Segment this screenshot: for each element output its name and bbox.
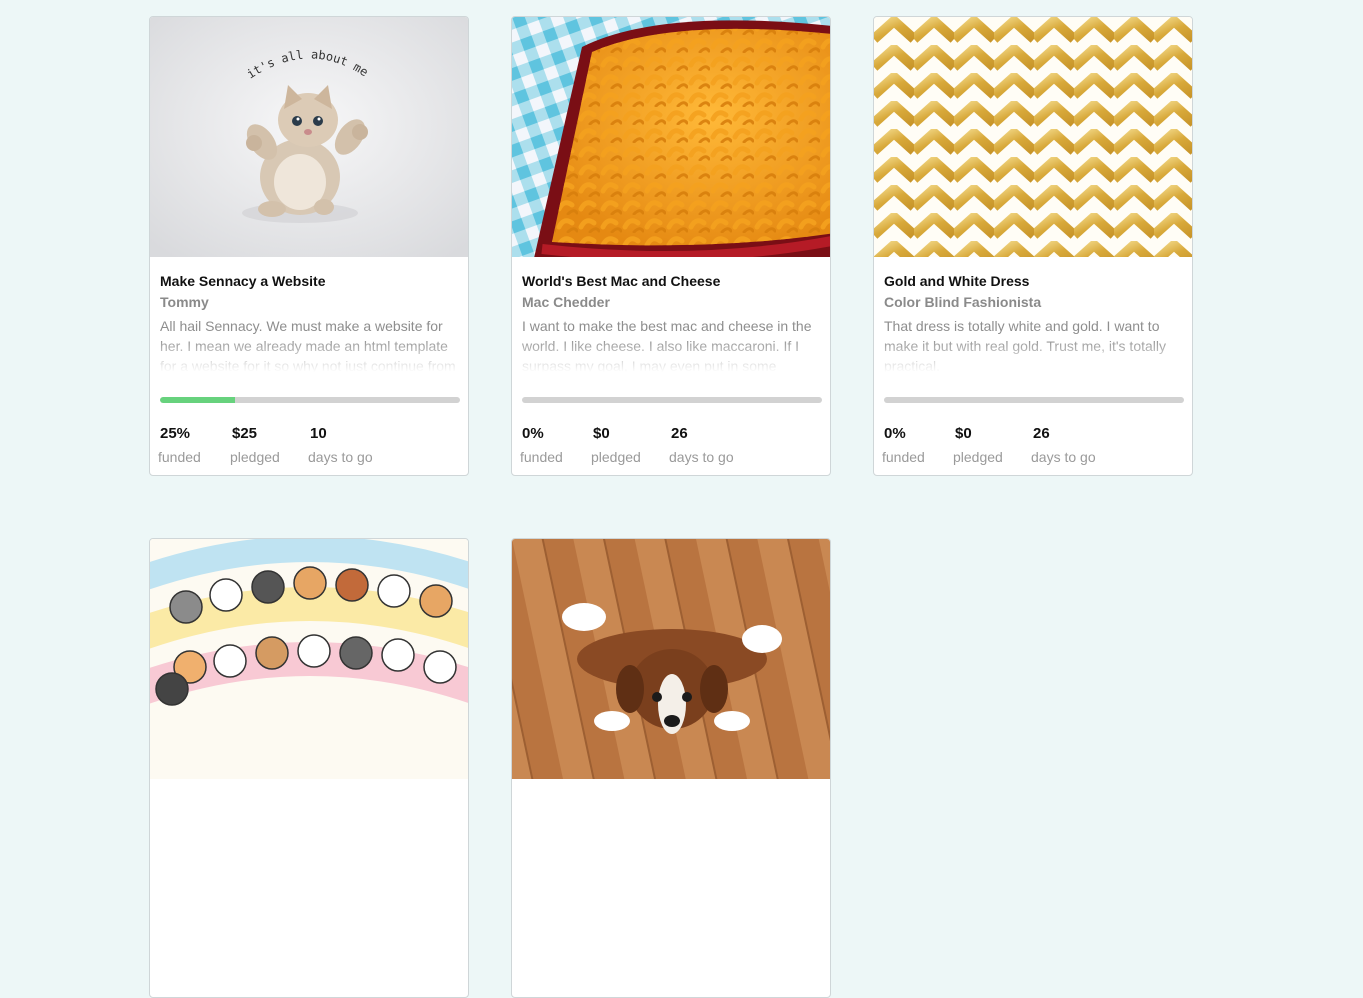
days-value: 26 [1033, 425, 1050, 442]
project-card[interactable]: Gold and White Dress Color Blind Fashion… [873, 16, 1193, 476]
project-creator[interactable]: Mac Chedder [522, 294, 610, 310]
project-title[interactable]: Gold and White Dress [884, 273, 1029, 289]
pledged-value: $0 [955, 425, 972, 442]
project-image[interactable]: it's all about me [150, 17, 468, 257]
project-image[interactable] [874, 17, 1192, 257]
stat-funded: 0% funded [520, 425, 563, 465]
stat-pledged: $0 pledged [591, 425, 641, 465]
funded-value: 0% [522, 425, 544, 442]
pledged-label: pledged [591, 449, 641, 465]
funded-label: funded [520, 449, 563, 465]
blurb-fade [160, 338, 460, 372]
funded-label: funded [882, 449, 925, 465]
kitten-photo-icon: it's all about me [150, 17, 468, 257]
cartoon-cats-illustration-icon [150, 539, 468, 779]
funding-progress-fill [160, 397, 235, 403]
project-title[interactable]: Make Sennacy a Website [160, 273, 325, 289]
puppy-photo-icon [512, 539, 830, 779]
days-value: 10 [310, 425, 327, 442]
days-value: 26 [671, 425, 688, 442]
stat-pledged: $0 pledged [953, 425, 1003, 465]
funded-label: funded [158, 449, 201, 465]
pledged-label: pledged [230, 449, 280, 465]
project-creator[interactable]: Color Blind Fashionista [884, 294, 1041, 310]
funding-progress-bar [522, 397, 822, 403]
blurb-fade [522, 338, 822, 372]
project-card[interactable]: it's all about me Make Sennacy a Website… [149, 16, 469, 476]
project-title[interactable]: World's Best Mac and Cheese [522, 273, 720, 289]
days-label: days to go [308, 449, 373, 465]
project-blurb: All hail Sennacy. We must make a website… [160, 316, 460, 372]
project-creator[interactable]: Tommy [160, 294, 209, 310]
days-label: days to go [669, 449, 734, 465]
days-label: days to go [1031, 449, 1096, 465]
stat-pledged: $25 pledged [230, 425, 280, 465]
project-blurb: That dress is totally white and gold. I … [884, 316, 1184, 372]
gold-chevron-pattern-icon [874, 17, 1192, 257]
stat-days: 26 days to go [669, 425, 734, 465]
funding-progress-bar [884, 397, 1184, 403]
project-image[interactable] [512, 17, 830, 257]
funded-value: 0% [884, 425, 906, 442]
pledged-value: $0 [593, 425, 610, 442]
project-blurb: I want to make the best mac and cheese i… [522, 316, 822, 372]
funded-value: 25% [160, 425, 191, 442]
pledged-value: $25 [232, 425, 258, 442]
project-card[interactable] [511, 538, 831, 998]
project-card[interactable] [149, 538, 469, 998]
project-card[interactable]: World's Best Mac and Cheese Mac Chedder … [511, 16, 831, 476]
stat-days: 26 days to go [1031, 425, 1096, 465]
pledged-label: pledged [953, 449, 1003, 465]
project-image[interactable] [150, 539, 468, 779]
stat-funded: 0% funded [882, 425, 925, 465]
mac-and-cheese-photo-icon [512, 17, 830, 257]
stat-funded: 25% funded [158, 425, 201, 465]
funding-progress-bar [160, 397, 460, 403]
project-image[interactable] [512, 539, 830, 779]
stat-days: 10 days to go [308, 425, 373, 465]
blurb-fade [884, 338, 1184, 372]
